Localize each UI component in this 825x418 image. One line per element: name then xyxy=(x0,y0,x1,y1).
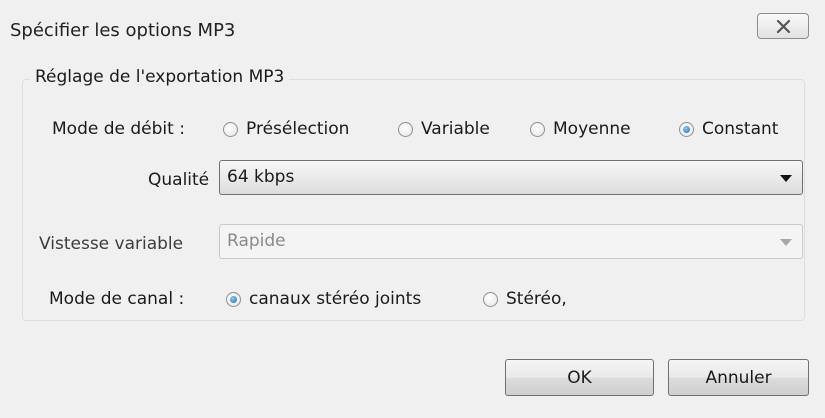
group-legend: Réglage de l'exportation MP3 xyxy=(30,67,290,87)
radio-preset[interactable]: Présélection xyxy=(223,119,349,139)
quality-select[interactable]: 64 kbps xyxy=(219,160,803,195)
radio-stereo[interactable]: Stéréo, xyxy=(483,289,567,309)
radio-constant[interactable]: Constant xyxy=(679,119,778,139)
variable-speed-value: Rapide xyxy=(227,231,286,251)
close-icon xyxy=(776,20,791,33)
radio-constant-circle[interactable] xyxy=(679,121,694,137)
export-settings-group xyxy=(22,79,805,321)
chevron-down-icon xyxy=(780,239,792,246)
bitrate-mode-label: Mode de débit : xyxy=(52,119,185,139)
radio-joint-stereo-label: canaux stéréo joints xyxy=(249,289,422,309)
mp3-options-dialog: Spécifier les options MP3 Réglage de l'e… xyxy=(0,0,825,418)
radio-preset-label: Présélection xyxy=(246,119,350,139)
cancel-button[interactable]: Annuler xyxy=(668,359,809,396)
window-title: Spécifier les options MP3 xyxy=(10,20,236,41)
radio-constant-label: Constant xyxy=(702,119,779,139)
chevron-down-icon xyxy=(780,175,792,182)
radio-average[interactable]: Moyenne xyxy=(530,119,631,139)
close-button[interactable] xyxy=(757,13,809,39)
quality-label: Qualité xyxy=(148,170,210,190)
radio-variable-circle[interactable] xyxy=(398,121,413,137)
quality-value: 64 kbps xyxy=(227,167,295,187)
radio-variable-label: Variable xyxy=(421,119,490,139)
radio-joint-stereo[interactable]: canaux stéréo joints xyxy=(226,289,421,309)
ok-button[interactable]: OK xyxy=(505,359,654,396)
variable-speed-select: Rapide xyxy=(219,224,803,259)
variable-speed-label: Vistesse variable xyxy=(39,234,184,254)
radio-joint-stereo-circle[interactable] xyxy=(226,291,241,307)
title-bar: Spécifier les options MP3 xyxy=(0,0,825,60)
radio-variable[interactable]: Variable xyxy=(398,119,490,139)
radio-stereo-label: Stéréo, xyxy=(506,289,567,309)
radio-average-label: Moyenne xyxy=(553,119,631,139)
channel-mode-label: Mode de canal : xyxy=(49,289,185,309)
radio-stereo-circle[interactable] xyxy=(483,291,498,307)
radio-average-circle[interactable] xyxy=(530,121,545,137)
radio-preset-circle[interactable] xyxy=(223,121,238,137)
